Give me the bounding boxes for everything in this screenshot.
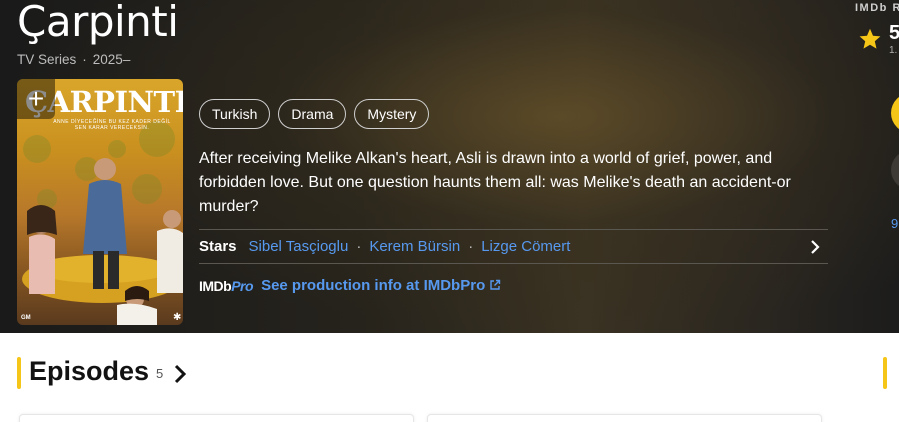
poster[interactable]: ÇARPINTI ANNE DİYECEĞİNE BU KEZ KADER DE… [17, 79, 183, 325]
side-link[interactable]: 9 [891, 216, 898, 231]
meta-separator: · [82, 52, 87, 67]
title-years[interactable]: 2025– [93, 52, 131, 67]
stars-label: Stars [199, 238, 237, 255]
genre-chip-drama[interactable]: Drama [278, 99, 347, 129]
poster-network-logo: GM [21, 315, 31, 321]
external-link-icon [490, 279, 501, 290]
star-link-2[interactable]: Kerem Bürsin [369, 238, 460, 255]
page-title: Çarpinti [17, 0, 179, 46]
imdb-rating-label: IMDb R [855, 2, 899, 14]
imdbpro-logo: IMDbPro [199, 277, 254, 294]
add-to-watchlist-button[interactable]: + [17, 79, 55, 119]
star-separator: · [468, 238, 474, 255]
star-link-3[interactable]: Lizge Cömert [481, 238, 570, 255]
episodes-count: 5 [156, 366, 164, 381]
title-type: TV Series [17, 52, 77, 67]
chevron-right-icon[interactable] [808, 239, 822, 255]
episodes-heading[interactable]: Episodes [29, 356, 149, 387]
rate-circle-button[interactable] [891, 150, 899, 190]
imdbpro-link[interactable]: See production info at IMDbPro [261, 277, 501, 294]
imdbpro-logo-imdb: IMDb [199, 277, 232, 294]
star-separator: · [356, 238, 362, 255]
imdbpro-link-text[interactable]: See production info at IMDbPro [261, 277, 485, 294]
title-meta: TV Series · 2025– [17, 52, 130, 67]
watchlist-circle-button[interactable] [891, 93, 899, 133]
chevron-right-icon[interactable] [172, 362, 188, 386]
poster-mark-icon: ✱ [173, 312, 182, 323]
rating-star-icon [859, 28, 881, 49]
imdbpro-row: IMDbPro See production info at IMDbPro [199, 277, 501, 294]
genre-chips: Turkish Drama Mystery [199, 99, 430, 129]
hero-section: Çarpinti TV Series · 2025– IMDb R 5 1. 9 [0, 0, 899, 333]
genre-chip-turkish[interactable]: Turkish [199, 99, 271, 129]
episode-card[interactable] [427, 414, 822, 422]
rating-count: 1. [889, 45, 898, 56]
genre-chip-mystery[interactable]: Mystery [354, 99, 430, 129]
section-accent-bar [883, 357, 887, 389]
rating-value[interactable]: 5 [889, 22, 899, 45]
stars-row[interactable]: Stars Sibel Tasçioglu · Kerem Bürsin · L… [199, 229, 828, 264]
plot-summary: After receiving Melike Alkan's heart, As… [199, 150, 791, 215]
episodes-accent-bar [17, 357, 21, 389]
star-link-1[interactable]: Sibel Tasçioglu [249, 238, 349, 255]
episode-card[interactable] [19, 414, 414, 422]
imdbpro-logo-pro: Pro [231, 277, 254, 294]
poster-tagline: ANNE DİYECEĞİNE BU KEZ KADER DEĞİL SEN K… [53, 119, 171, 131]
